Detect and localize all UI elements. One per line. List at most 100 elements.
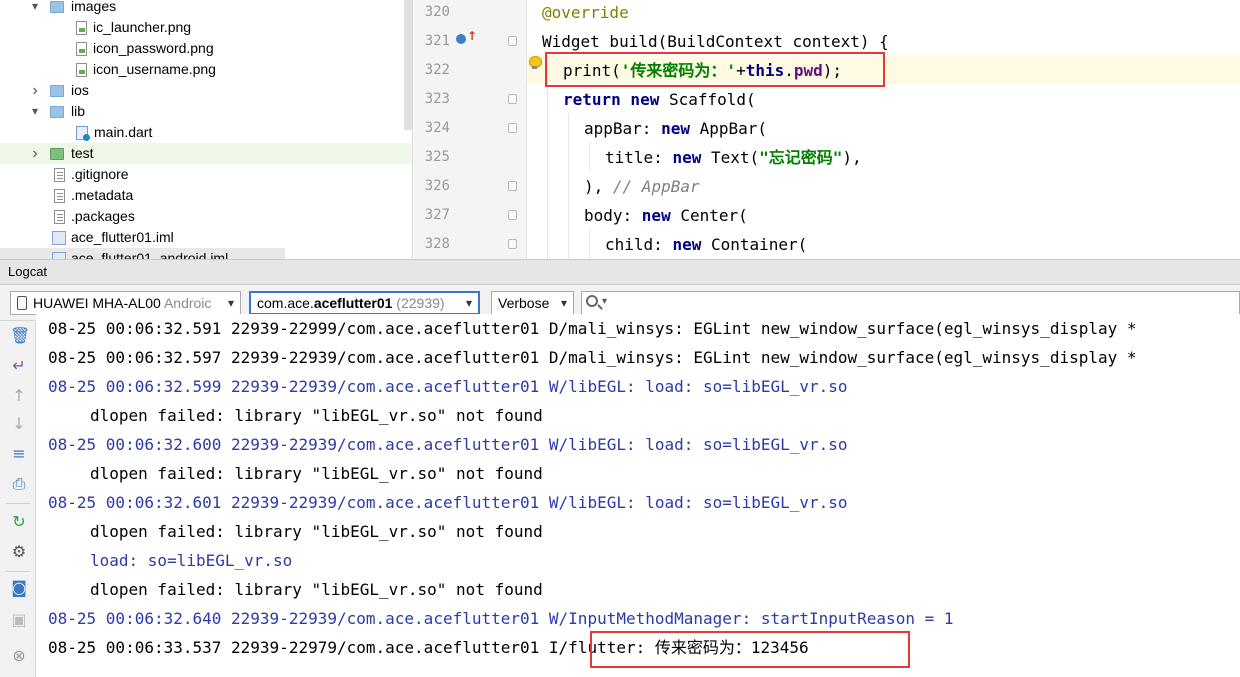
image-file-icon: [76, 21, 87, 35]
log-line: 08-25 00:06:33.537 22939-22979/com.ace.a…: [48, 638, 809, 657]
log-line: 08-25 00:06:32.640 22939-22939/com.ace.a…: [48, 609, 954, 628]
log-line: dlopen failed: library "libEGL_vr.so" no…: [90, 522, 543, 541]
process-selector[interactable]: com.ace.aceflutter01 (22939) ▾: [249, 291, 480, 315]
code-line-325: title: new Text("忘记密码"),: [414, 143, 1240, 172]
tree-item-label: test: [71, 145, 94, 161]
logcat-title: Logcat: [8, 264, 48, 279]
tree-item-main-dart[interactable]: main.dart: [0, 122, 412, 143]
code-text: print('传来密码为：'+this.pwd);: [563, 61, 843, 80]
camera-icon[interactable]: ◙: [10, 579, 28, 597]
process-name: aceflutter01: [313, 295, 393, 311]
code-line-321: Widget build(BuildContext context) {: [414, 27, 1240, 56]
folder-icon: [50, 85, 64, 97]
close-icon[interactable]: ⊗: [10, 647, 28, 665]
log-line: dlopen failed: library "libEGL_vr.so" no…: [90, 464, 543, 483]
tree-item-packages[interactable]: .packages: [0, 206, 412, 227]
code-line-327: body: new Center(: [414, 201, 1240, 230]
chevron-down-icon: ▾: [560, 296, 567, 310]
module-file-icon: [52, 231, 66, 245]
tree-item-label: icon_password.png: [93, 40, 214, 56]
log-line: dlopen failed: library "libEGL_vr.so" no…: [90, 580, 543, 599]
device-name: HUAWEI MHA-AL00: [33, 295, 161, 311]
code-text: body: new Center(: [584, 206, 748, 225]
code-line-323: return new Scaffold(: [414, 85, 1240, 114]
arrow-up-icon[interactable]: ↑: [10, 387, 28, 405]
tree-item-test[interactable]: › test: [0, 143, 412, 164]
tree-item-label: ios: [71, 82, 89, 98]
log-line: 08-25 00:06:32.591 22939-22999/com.ace.a…: [48, 319, 1137, 338]
tree-item-icon-username[interactable]: icon_username.png: [0, 59, 412, 80]
device-suffix: Androic: [160, 295, 212, 311]
tree-item-label: .metadata: [71, 187, 134, 203]
tree-item-icon-password[interactable]: icon_password.png: [0, 38, 412, 59]
search-icon: [586, 295, 598, 307]
tree-item-label: .packages: [71, 208, 135, 224]
text-file-icon: [54, 189, 65, 203]
tree-item-ace-flutter01-android-iml[interactable]: ace_flutter01_android.iml: [0, 248, 285, 259]
code-text: appBar: new AppBar(: [584, 119, 768, 138]
tree-item-gitignore[interactable]: .gitignore: [0, 164, 412, 185]
print-icon[interactable]: ⎙: [10, 475, 28, 493]
code-text: ), // AppBar: [584, 177, 700, 196]
code-text: return new Scaffold(: [563, 90, 756, 109]
chevron-down-icon: ▾: [465, 296, 472, 310]
chevron-down-icon[interactable]: ▾: [28, 101, 42, 122]
log-line: load: so=libEGL_vr.so: [90, 551, 293, 570]
tree-item-label: images: [71, 0, 117, 14]
tree-item-lib[interactable]: ▾ lib: [0, 101, 412, 122]
code-text: Widget build(BuildContext context) {: [542, 32, 889, 51]
code-line-320: @override: [414, 0, 1240, 27]
text-file-icon: [54, 168, 65, 182]
tree-item-metadata[interactable]: .metadata: [0, 185, 412, 206]
device-selector[interactable]: HUAWEI MHA-AL00 Androic ▾: [10, 291, 241, 315]
toolbar-separator: [6, 571, 30, 572]
test-folder-icon: [50, 148, 64, 160]
code-text: title: new Text("忘记密码"),: [605, 148, 862, 167]
chevron-down-icon: ▾: [227, 296, 234, 310]
tree-scrollbar[interactable]: [404, 0, 412, 130]
tree-item-label: icon_username.png: [93, 61, 216, 77]
folder-icon: [50, 106, 64, 118]
logcat-output[interactable]: 08-25 00:06:32.591 22939-22999/com.ace.a…: [36, 314, 1240, 677]
log-line: dlopen failed: library "libEGL_vr.so" no…: [90, 406, 543, 425]
gear-icon[interactable]: ⚙: [10, 543, 28, 561]
image-file-icon: [76, 42, 87, 56]
code-text: child: new Container(: [605, 235, 808, 254]
process-pid: (22939): [392, 295, 445, 311]
phone-icon: [17, 296, 27, 310]
tree-item-label: ic_launcher.png: [93, 19, 192, 35]
tree-item-label: main.dart: [94, 124, 153, 140]
project-tree: ▾ images ic_launcher.png icon_password.p…: [0, 0, 413, 259]
chevron-right-icon[interactable]: ›: [28, 143, 42, 164]
soft-wrap-icon[interactable]: ↵: [10, 357, 28, 375]
arrow-down-icon[interactable]: ↓: [10, 415, 28, 433]
chevron-down-icon[interactable]: ▾: [28, 0, 42, 17]
restart-icon[interactable]: ↻: [10, 513, 28, 531]
filter-settings-icon[interactable]: ≡: [10, 445, 28, 463]
image-file-icon: [76, 63, 87, 77]
tree-item-label: ace_flutter01_android.iml: [71, 250, 229, 259]
toolbar-separator: [6, 503, 30, 504]
logcat-panel-header: Logcat: [0, 259, 1240, 285]
tree-item-label: .gitignore: [71, 166, 129, 182]
tree-item-images[interactable]: ▾ images: [0, 0, 412, 17]
log-line: 08-25 00:06:32.597 22939-22939/com.ace.a…: [48, 348, 1137, 367]
code-line-322: print('传来密码为：'+this.pwd);: [414, 56, 1240, 85]
tree-item-ic-launcher[interactable]: ic_launcher.png: [0, 17, 412, 38]
chevron-down-icon[interactable]: ▾: [602, 296, 607, 307]
log-line: 08-25 00:06:32.599 22939-22939/com.ace.a…: [48, 377, 848, 396]
code-line-326: ), // AppBar: [414, 172, 1240, 201]
module-file-icon: [52, 252, 66, 259]
process-prefix: com.ace.: [257, 295, 314, 311]
folder-icon: [50, 1, 64, 13]
chevron-right-icon[interactable]: ›: [28, 80, 42, 101]
code-annotation: @override: [542, 3, 629, 22]
log-line: 08-25 00:06:32.601 22939-22939/com.ace.a…: [48, 493, 848, 512]
code-editor[interactable]: 320 321 322 323 324 325 326 327 328 ↑ @o…: [414, 0, 1240, 259]
trash-icon[interactable]: 🗑: [10, 327, 30, 345]
tree-item-ios[interactable]: › ios: [0, 80, 412, 101]
logcat-search-input[interactable]: ▾: [581, 291, 1240, 315]
record-icon[interactable]: ▣: [10, 611, 28, 629]
log-level-selector[interactable]: Verbose ▾: [491, 291, 574, 315]
tree-item-ace-flutter01-iml[interactable]: ace_flutter01.iml: [0, 227, 412, 248]
